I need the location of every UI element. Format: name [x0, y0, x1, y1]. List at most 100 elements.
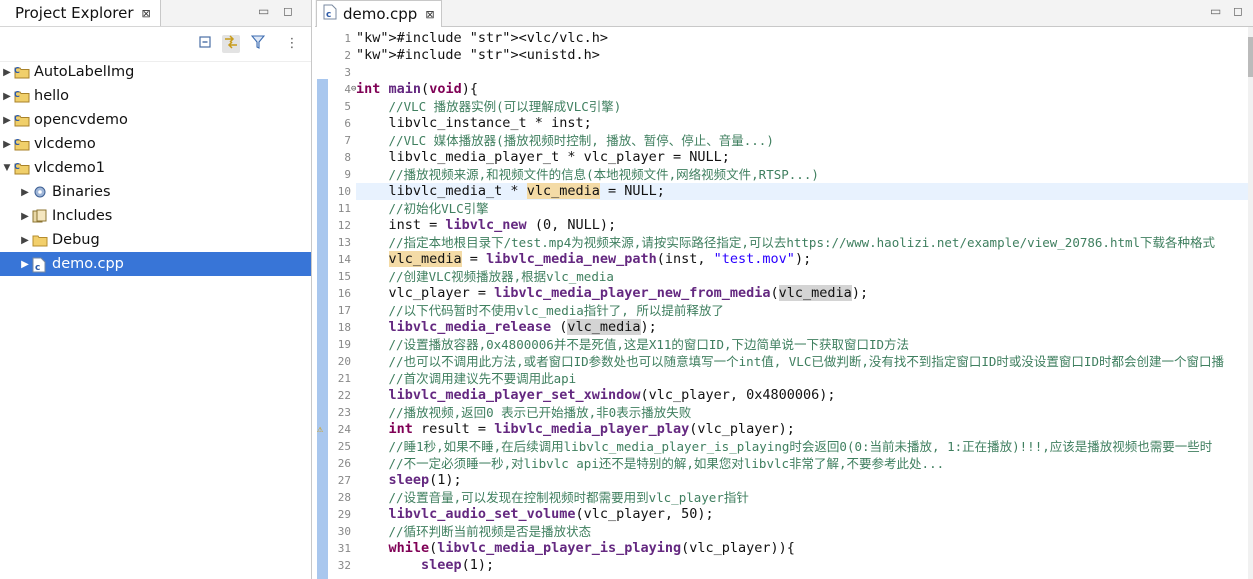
- code-line[interactable]: libvlc_media_t * vlc_media = NULL;: [356, 183, 1253, 200]
- code-line[interactable]: "kw">#include "str"><vlc/vlc.h>: [356, 30, 1253, 47]
- line-number: 13: [337, 236, 351, 249]
- code-line-text: libvlc_instance_t * inst;: [356, 115, 592, 131]
- chevron-right-icon[interactable]: ▶: [0, 67, 14, 78]
- minimize-icon[interactable]: ▭: [1210, 4, 1221, 18]
- chevron-right-icon[interactable]: ▶: [0, 139, 14, 150]
- tree-item-includes[interactable]: ▶ Includes: [0, 204, 311, 228]
- code-line[interactable]: //VLC 媒体播放器(播放视频时控制, 播放、暂停、停止、音量...): [356, 132, 1253, 149]
- vertical-scrollbar[interactable]: [1248, 27, 1253, 579]
- tree-item-demo-cpp[interactable]: ▶ c demo.cpp: [0, 252, 311, 276]
- annotation-ruler: [315, 27, 331, 579]
- close-icon[interactable]: ⊠: [425, 8, 434, 21]
- line-number: 27: [337, 474, 351, 487]
- code-line[interactable]: ​: [356, 64, 1253, 81]
- code-line-text: //播放视频来源,和视频文件的信息(本地视频文件,网络视频文件,RTSP...): [388, 167, 819, 182]
- chevron-right-icon[interactable]: ▶: [0, 91, 14, 102]
- close-icon[interactable]: ⊠: [142, 7, 151, 20]
- code-line[interactable]: sleep(1);: [356, 472, 1253, 489]
- tree-item-label: demo.cpp: [52, 256, 124, 272]
- code-line[interactable]: //设置播放容器,0x4800006并不是死值,这是X11的窗口ID,下边简单说…: [356, 336, 1253, 353]
- tree-item-binaries[interactable]: ▶ Binaries: [0, 180, 311, 204]
- line-number: 6: [344, 117, 351, 130]
- code-line[interactable]: //VLC 播放器实例(可以理解成VLC引擎): [356, 98, 1253, 115]
- chevron-down-icon[interactable]: ▼: [0, 163, 14, 173]
- code-line-text: libvlc_media_player_set_xwindow(vlc_play…: [388, 387, 836, 403]
- c-project-icon: C: [14, 65, 30, 79]
- chevron-right-icon[interactable]: ▶: [18, 211, 32, 222]
- code-line[interactable]: libvlc_instance_t * inst;: [356, 115, 1253, 132]
- line-number: 32: [337, 559, 351, 572]
- link-with-editor-icon[interactable]: [222, 35, 240, 53]
- tree-item-label: AutoLabelImg: [34, 64, 135, 80]
- binaries-icon: [32, 185, 48, 199]
- code-line[interactable]: //播放视频来源,和视频文件的信息(本地视频文件,网络视频文件,RTSP...): [356, 166, 1253, 183]
- tree-item-hello[interactable]: ▶ Chello: [0, 84, 311, 108]
- code-line[interactable]: //以下代码暂时不使用vlc_media指针了, 所以提前释放了: [356, 302, 1253, 319]
- code-editor[interactable]: 1 2 3 4 ⊖ 5 6 7 8 9 10 11 12 13 14 15 16 17 18 19 20 21 22 23 24…: [315, 27, 1253, 579]
- code-line[interactable]: //创建VLC视频播放器,根据vlc_media: [356, 268, 1253, 285]
- line-number: 16: [337, 287, 351, 300]
- line-number: 25: [337, 440, 351, 453]
- warning-icon[interactable]: ⚠: [317, 421, 323, 438]
- code-line[interactable]: //播放视频,返回0 表示已开始播放,非0表示播放失败: [356, 404, 1253, 421]
- chevron-right-icon[interactable]: ▶: [18, 235, 32, 246]
- code-line-text: vlc_player = libvlc_media_player_new_fro…: [356, 285, 869, 301]
- filter-icon[interactable]: [249, 35, 267, 53]
- code-line[interactable]: libvlc_media_player_set_xwindow(vlc_play…: [356, 387, 1253, 404]
- code-line-text: "kw">#include "str"><unistd.h>: [356, 47, 600, 63]
- tab-demo-cpp[interactable]: c demo.cpp ⊠: [316, 0, 442, 27]
- c-project-icon: C: [14, 161, 30, 175]
- line-number: 12: [337, 219, 351, 232]
- editor-tabbar: c demo.cpp ⊠ ▭ ◻: [315, 0, 1253, 27]
- code-line[interactable]: //指定本地根目录下/test.mp4为视频来源,请按实际路径指定,可以去htt…: [356, 234, 1253, 251]
- code-line[interactable]: //设置音量,可以发现在控制视频时都需要用到vlc_player指针: [356, 489, 1253, 506]
- code-line[interactable]: vlc_media = libvlc_media_new_path(inst, …: [356, 251, 1253, 268]
- folder-icon: [32, 233, 48, 247]
- code-line[interactable]: //也可以不调用此方法,或者窗口ID参数处也可以随意填写一个int值, VLC已…: [356, 353, 1253, 370]
- line-number: 11: [337, 202, 351, 215]
- maximize-icon[interactable]: ◻: [283, 4, 293, 18]
- chevron-right-icon[interactable]: ▶: [0, 115, 14, 126]
- code-line[interactable]: libvlc_audio_set_volume(vlc_player, 50);: [356, 506, 1253, 523]
- line-number: 19: [337, 338, 351, 351]
- minimize-icon[interactable]: ▭: [258, 4, 269, 18]
- scrollbar-thumb[interactable]: [1248, 37, 1253, 77]
- code-line[interactable]: //睡1秒,如果不睡,在后续调用libvlc_media_player_is_p…: [356, 438, 1253, 455]
- tree-item-vlcdemo1[interactable]: ▼ Cvlcdemo1: [0, 156, 311, 180]
- code-line[interactable]: libvlc_media_player_t * vlc_player = NUL…: [356, 149, 1253, 166]
- code-line-text: sleep(1);: [421, 557, 495, 573]
- code-line[interactable]: int main(void){: [356, 81, 1253, 98]
- tree-item-opencvdemo[interactable]: ▶ Copencvdemo: [0, 108, 311, 132]
- tab-project-explorer[interactable]: Project Explorer ⊠: [0, 0, 161, 26]
- code-line-text: "kw">#include "str"><vlc/vlc.h>: [356, 30, 608, 46]
- code-line[interactable]: inst = libvlc_new (0, NULL);: [356, 217, 1253, 234]
- tree-item-debug[interactable]: ▶ Debug: [0, 228, 311, 252]
- code-line[interactable]: //初始化VLC引擎: [356, 200, 1253, 217]
- tree-item-vlcdemo[interactable]: ▶ Cvlcdemo: [0, 132, 311, 156]
- code-line[interactable]: int result = libvlc_media_player_play(vl…: [356, 421, 1253, 438]
- code-line[interactable]: while(libvlc_media_player_is_playing(vlc…: [356, 540, 1253, 557]
- code-line-text: while(libvlc_media_player_is_playing(vlc…: [388, 540, 795, 556]
- line-number: 15: [337, 270, 351, 283]
- code-line-text: //首次调用建议先不要调用此api: [388, 371, 577, 386]
- code-line[interactable]: sleep(1);: [356, 557, 1253, 574]
- code-line[interactable]: //不一定必须睡一秒,对libvlc api还不是特别的解,如果您对libvlc…: [356, 455, 1253, 472]
- tree-item-label: hello: [34, 88, 70, 104]
- tree-item-autolabelimg[interactable]: ▶ C AutoLabelImg: [0, 60, 311, 84]
- code-line[interactable]: libvlc_media_release (vlc_media);: [356, 319, 1253, 336]
- svg-text:c: c: [35, 263, 40, 273]
- chevron-right-icon[interactable]: ▶: [18, 259, 32, 270]
- line-number: 21: [337, 372, 351, 385]
- code-line[interactable]: //循环判断当前视频是否是播放状态: [356, 523, 1253, 540]
- code-line[interactable]: "kw">#include "str"><unistd.h>: [356, 47, 1253, 64]
- chevron-right-icon[interactable]: ▶: [18, 187, 32, 198]
- line-number: 23: [337, 406, 351, 419]
- code-lines[interactable]: "kw">#include "str"><vlc/vlc.h> "kw">#inc…: [356, 30, 1253, 574]
- view-menu-icon[interactable]: ⋮: [283, 35, 301, 53]
- collapse-all-icon[interactable]: [196, 35, 214, 53]
- code-line[interactable]: //首次调用建议先不要调用此api: [356, 370, 1253, 387]
- code-line[interactable]: vlc_player = libvlc_media_player_new_fro…: [356, 285, 1253, 302]
- code-line-text: vlc_media = libvlc_media_new_path(inst, …: [388, 251, 812, 267]
- c-project-icon: C: [14, 89, 30, 103]
- maximize-icon[interactable]: ◻: [1233, 4, 1243, 18]
